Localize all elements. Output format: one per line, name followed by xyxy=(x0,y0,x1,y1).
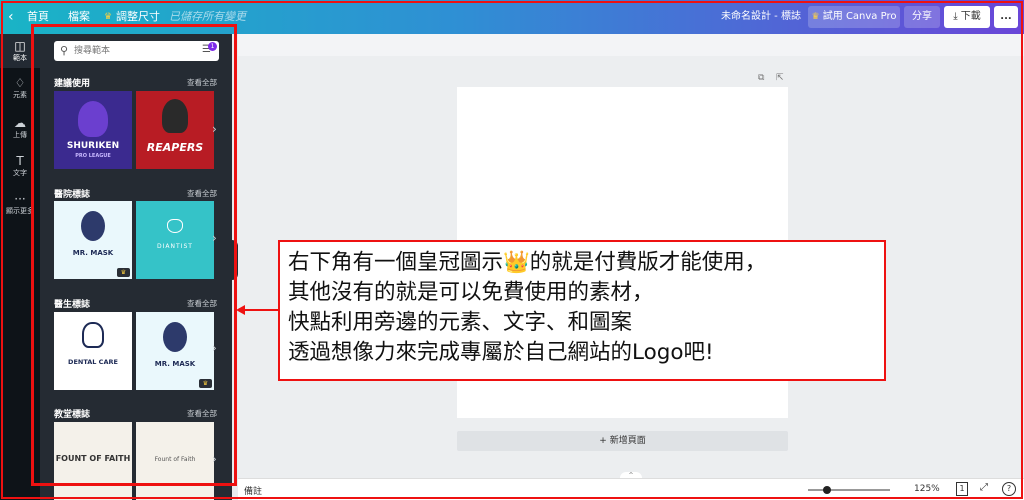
crown-icon: ♛ xyxy=(811,12,820,22)
file-menu[interactable]: 檔案 xyxy=(68,0,90,34)
add-page-icon[interactable]: ⇱ xyxy=(776,73,784,83)
help-icon[interactable]: ? xyxy=(1002,482,1016,496)
document-title[interactable]: 未命名設計 - 標誌 xyxy=(721,0,801,34)
annotation-callout: 右下角有一個皇冠圖示👑的就是付費版才能使用， 其他沒有的就是可以免費使用的素材，… xyxy=(278,240,886,381)
thumb-subtext: PRO LEAGUE xyxy=(75,153,111,159)
see-all-link[interactable]: 查看全部 xyxy=(187,298,217,309)
tooth-icon xyxy=(82,322,104,348)
upload-icon: ☁ xyxy=(14,116,26,130)
template-thumb[interactable]: REAPERS xyxy=(136,91,214,169)
template-thumb[interactable]: MR. MASK ♛ xyxy=(136,312,214,390)
zoom-slider-knob[interactable] xyxy=(823,486,831,494)
add-page-button[interactable]: + 新增頁面 xyxy=(457,431,788,451)
thumb-text: REAPERS xyxy=(146,141,204,154)
mascot-face-icon xyxy=(81,211,105,241)
rail-item-uploads[interactable]: ☁ 上傳 xyxy=(0,116,40,146)
template-icon: ◫ xyxy=(14,39,26,53)
crown-icon: ♛ xyxy=(117,268,130,277)
zoom-slider[interactable] xyxy=(808,486,890,494)
chevron-left-icon[interactable]: ‹ xyxy=(8,0,14,34)
download-button[interactable]: ⤓ 下載 xyxy=(944,6,990,28)
chevron-right-icon[interactable]: › xyxy=(212,231,217,245)
left-rail: ◫ 範本 ♢ 元素 ☁ 上傳 T 文字 ··· 顯示更多 xyxy=(0,34,40,500)
editor-toolbar xyxy=(238,34,1024,56)
resize-button[interactable]: 調整尺寸 xyxy=(116,0,160,34)
template-thumb[interactable]: Fount of Faith xyxy=(136,422,214,500)
save-status: 已儲存所有變更 xyxy=(169,10,246,23)
rail-item-more[interactable]: ··· 顯示更多 xyxy=(0,192,40,222)
chevron-right-icon[interactable]: › xyxy=(212,341,217,355)
tooth-icon xyxy=(167,219,183,233)
more-button[interactable]: ... xyxy=(994,6,1018,28)
search-icon: ⚲ xyxy=(60,44,69,57)
share-button[interactable]: 分享 xyxy=(904,6,940,28)
rail-label: 顯示更多 xyxy=(6,207,34,215)
rail-item-text[interactable]: T 文字 xyxy=(0,154,40,184)
rail-label: 範本 xyxy=(13,54,27,62)
bottom-bar: 備註 125% 1 ⤢ ? xyxy=(238,478,1024,500)
chevron-right-icon[interactable]: › xyxy=(212,452,217,466)
try-pro-button[interactable]: ♛ 試用 Canva Pro xyxy=(808,6,900,28)
rail-label: 上傳 xyxy=(13,131,27,139)
search-box[interactable]: ⚲ ☰ 1 xyxy=(54,41,219,61)
callout-line: 透過想像力來完成專屬於自己網站的Logo吧! xyxy=(288,340,714,365)
callout-line: 右下角有一個皇冠圖示👑的就是付費版才能使用， xyxy=(288,250,767,275)
fullscreen-icon[interactable]: ⤢ xyxy=(980,482,988,493)
template-thumb[interactable]: SHURIKEN PRO LEAGUE xyxy=(54,91,132,169)
annotation-arrow-line xyxy=(244,309,278,311)
rail-item-templates[interactable]: ◫ 範本 xyxy=(0,34,40,68)
page-count-icon[interactable]: 1 xyxy=(956,482,968,496)
rail-label: 文字 xyxy=(13,169,27,177)
template-thumb[interactable]: FOUNT OF FAITH xyxy=(54,422,132,500)
section-title: 教堂標誌 xyxy=(54,410,91,420)
thumb-text: FOUNT OF FAITH xyxy=(55,454,131,463)
rail-label: 元素 xyxy=(13,91,27,99)
download-label: 下載 xyxy=(960,11,981,22)
mascot-face-icon xyxy=(163,322,187,352)
rail-item-elements[interactable]: ♢ 元素 xyxy=(0,76,40,106)
thumb-text: SHURIKEN xyxy=(66,141,120,151)
see-all-link[interactable]: 查看全部 xyxy=(187,408,217,419)
callout-line: 其他沒有的就是可以免費使用的素材， xyxy=(288,280,654,305)
elements-icon: ♢ xyxy=(14,76,26,90)
template-thumb[interactable]: MR. MASK ♛ xyxy=(54,201,132,279)
search-input[interactable] xyxy=(74,43,194,59)
more-icon: ··· xyxy=(14,192,26,206)
text-icon: T xyxy=(16,154,24,168)
top-bar: ‹ 首頁 檔案 ♛ 調整尺寸 已儲存所有變更 未命名設計 - 標誌 ♛ 試用 C… xyxy=(0,0,1024,34)
section-title: 醫生標誌 xyxy=(54,300,91,310)
section-title: 醫院標誌 xyxy=(54,190,91,200)
thumb-text: MR. MASK xyxy=(72,249,114,257)
callout-line: 快點利用旁邊的元素、文字、和圖案 xyxy=(288,310,633,335)
section-title: 建議使用 xyxy=(54,79,91,89)
duplicate-page-icon[interactable]: ⧉ xyxy=(758,73,764,83)
crown-icon: ♛ xyxy=(104,12,113,22)
ninja-mascot-icon xyxy=(78,101,108,137)
thumb-text: DIANTIST xyxy=(157,243,193,250)
see-all-link[interactable]: 查看全部 xyxy=(187,77,217,88)
see-all-link[interactable]: 查看全部 xyxy=(187,188,217,199)
crown-icon: ♛ xyxy=(199,379,212,388)
reaper-mascot-icon xyxy=(162,99,188,133)
template-thumb[interactable]: DENTAL CARE xyxy=(54,312,132,390)
annotation-arrow-head xyxy=(236,305,245,315)
try-pro-label: 試用 Canva Pro xyxy=(822,11,897,22)
template-thumb[interactable]: DIANTIST xyxy=(136,201,214,279)
chevron-right-icon[interactable]: › xyxy=(212,122,217,136)
thumb-text: MR. MASK xyxy=(154,360,196,368)
notes-button[interactable]: 備註 xyxy=(244,484,262,497)
template-panel: ⚲ ☰ 1 建議使用 查看全部 SHURIKEN PRO LEAGUE REAP… xyxy=(40,34,232,500)
thumb-text: Fount of Faith xyxy=(154,456,196,463)
download-icon: ⤓ xyxy=(953,11,958,22)
thumb-text: DENTAL CARE xyxy=(68,358,118,366)
zoom-level[interactable]: 125% xyxy=(914,484,940,494)
home-link[interactable]: 首頁 xyxy=(27,0,49,34)
filter-badge: 1 xyxy=(208,42,217,51)
